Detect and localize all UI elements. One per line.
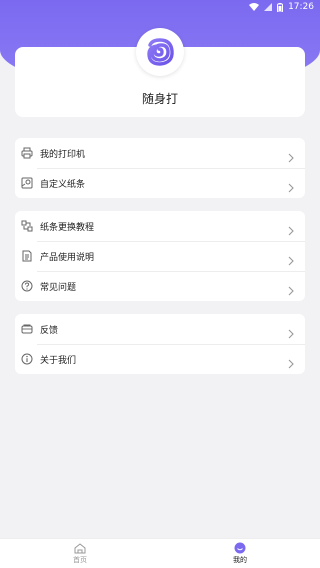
menu-group-about: 反馈 关于我们 [15,314,305,374]
tab-mine-label: 我的 [233,556,247,564]
wifi-icon [249,3,260,11]
menu-item-paper-tutorial[interactable]: 纸条更换教程 [15,211,305,241]
status-bar: 17:26 [0,0,320,14]
menu-group-devices: 我的打印机 自定义纸条 [15,138,305,198]
feedback-icon [20,322,34,336]
menu-item-my-printer[interactable]: 我的打印机 [15,138,305,168]
battery-icon [277,2,284,12]
menu-item-product-manual[interactable]: 产品使用说明 [15,241,305,271]
menu-item-about-us[interactable]: 关于我们 [15,344,305,374]
menu-item-label: 自定义纸条 [40,179,86,190]
menu-group-help: 纸条更换教程 产品使用说明 常见问题 [15,211,305,301]
app-name: 随身打 [141,92,178,106]
menu-item-faq[interactable]: 常见问题 [15,271,305,301]
tab-mine[interactable]: 我的 [160,539,320,568]
user-icon [234,542,246,554]
tab-home-label: 首页 [73,556,87,564]
chevron-right-icon [287,251,295,266]
chevron-right-icon [287,221,295,236]
menu-item-label: 纸条更换教程 [40,222,95,233]
menu-item-label: 常见问题 [40,282,77,293]
printer-icon [20,146,34,160]
app-logo [136,28,184,76]
chevron-right-icon [287,148,295,163]
tutorial-icon [20,219,34,233]
menu-item-label: 产品使用说明 [40,252,95,263]
chevron-right-icon [287,324,295,339]
manual-icon [20,249,34,263]
chevron-right-icon [287,281,295,296]
chevron-right-icon [287,178,295,193]
menu-item-label: 关于我们 [40,355,77,366]
menu-item-custom-paper[interactable]: 自定义纸条 [15,168,305,198]
info-icon [20,352,34,366]
tab-home[interactable]: 首页 [0,539,160,568]
menu-item-label: 我的打印机 [40,149,86,160]
chevron-right-icon [287,354,295,369]
home-icon [74,542,86,554]
bottom-tab-bar: 首页 我的 [0,538,320,568]
menu-item-feedback[interactable]: 反馈 [15,314,305,344]
question-icon [20,279,34,293]
signal-icon [264,3,273,11]
status-time: 17:26 [288,2,314,12]
menu-item-label: 反馈 [40,325,59,336]
custom-paper-icon [20,176,34,190]
